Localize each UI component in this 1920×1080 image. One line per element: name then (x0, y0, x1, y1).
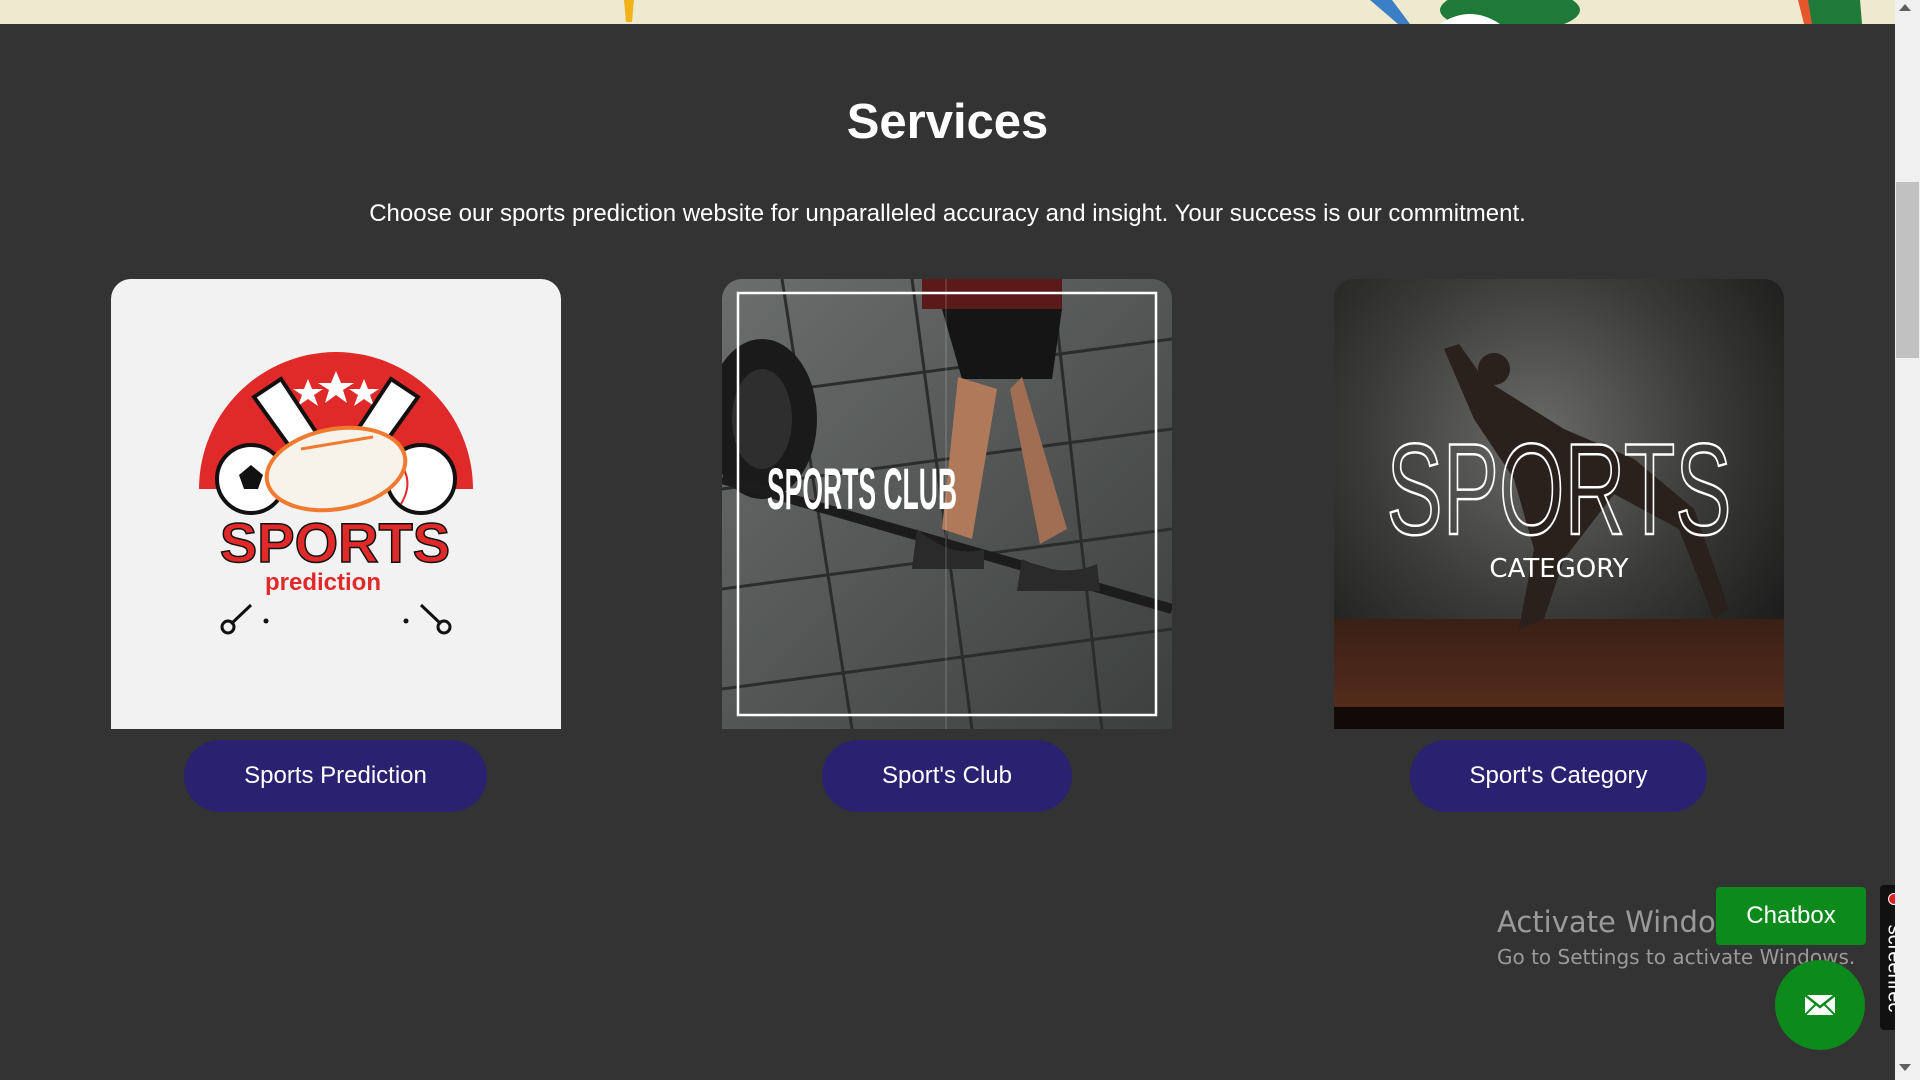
sports-club-button[interactable]: Sport's Club (822, 740, 1072, 812)
scroll-up-arrow-icon[interactable] (1899, 4, 1911, 11)
prediction-logo-text: prediction (265, 569, 381, 596)
scrollbar-thumb[interactable] (1896, 182, 1919, 358)
card-sports-category-image[interactable]: SPORTS CATEGORY (1334, 279, 1784, 729)
sports-category-image-text: SPORTS (1387, 416, 1732, 562)
sports-category-button[interactable]: Sport's Category (1410, 740, 1707, 812)
card-sports-club-image[interactable]: SPORTS CLUB (722, 279, 1172, 729)
chat-launcher-button[interactable] (1775, 960, 1865, 1050)
sports-prediction-button[interactable]: Sports Prediction (184, 740, 487, 812)
category-image-text: CATEGORY (1489, 554, 1628, 584)
section-title: Services (846, 95, 1049, 149)
chatbox-button[interactable]: Chatbox (1716, 887, 1866, 945)
top-banner (0, 0, 1895, 24)
scroll-down-arrow-icon[interactable] (1899, 1064, 1911, 1071)
sports-club-image-text: SPORTS CLUB (767, 457, 957, 522)
section-subtitle: Choose our sports prediction website for… (369, 200, 1526, 227)
mail-icon (1804, 994, 1836, 1016)
banner-decoration-icon (624, 0, 1862, 24)
scrollbar-track[interactable] (1895, 0, 1920, 1080)
card-sports-prediction-image[interactable]: SPORTS prediction (111, 279, 561, 729)
sports-logo-text: SPORTS (220, 511, 450, 574)
